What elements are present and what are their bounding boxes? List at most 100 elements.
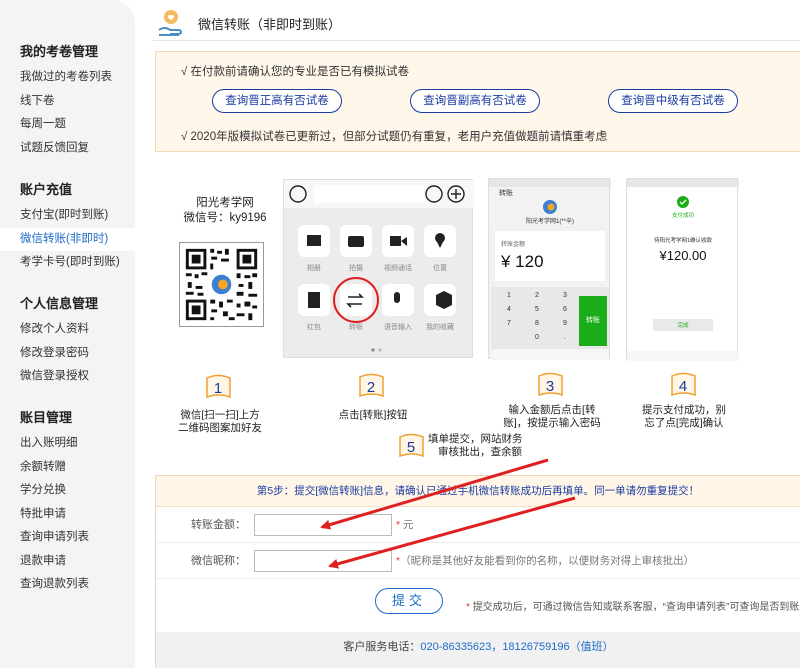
tile-label-transfer: 转账 (349, 324, 363, 331)
sidebar-group-exam: 我的考卷管理 我做过的考卷列表 线下卷 每周一题 试题反馈回复 (20, 42, 112, 160)
step-5-line-1: 填单提交，网站财务 (428, 433, 523, 445)
step-5-icon: 5 (399, 433, 424, 458)
step-3-line-2: 账]，按提示输入密码 (503, 417, 601, 429)
notice-line-1: √ 在付款前请确认您的专业是否已有模拟试卷 (181, 66, 410, 78)
step-4-line-1: 提示支付成功，别 (642, 404, 726, 416)
sidebar-group-title: 我的考卷管理 (20, 44, 99, 59)
amount-row: 转账金额： * 元 (156, 507, 800, 543)
step-2-text: 点击[转账]按钮 (320, 409, 426, 422)
page-title: 微信转账（非即时到账） (198, 17, 342, 32)
sidebar-item-credit-exchange[interactable]: 学分兑换 (20, 479, 89, 503)
step-3-line-1: 输入金额后点击[转 (508, 404, 596, 416)
tile-label-camera: 拍摄 (349, 265, 363, 272)
hand-heart-icon (158, 10, 183, 36)
service-label: 客户服务电话： (343, 641, 421, 653)
submit-button[interactable]: 提交 (375, 588, 443, 614)
qr-label: 阳光考学网 微信号：ky9196 (175, 196, 275, 226)
transfer-screen-title: 转账 (499, 190, 513, 197)
key-2: 2 (535, 292, 539, 299)
key-8: 8 (535, 320, 539, 327)
nickname-row: 微信昵称： *（昵称是其他好友能看到你的名称，以便财务对得上审核批出） (156, 543, 800, 579)
step-1-icon: 1 (206, 374, 231, 399)
payment-success-text: 支付成功 (671, 213, 694, 219)
amount-value: ¥ 120 (501, 252, 544, 271)
check-senior-button[interactable]: 查询晋正高有否试卷 (212, 89, 342, 113)
key-9: 9 (563, 320, 567, 327)
step-2-icon: 2 (359, 373, 384, 398)
qr-code-image (179, 242, 264, 327)
step-1-text: 微信[扫一扫]上方 二维码图案加好友 (172, 409, 268, 435)
form-instruction: 第5步：提交[微信转账]信息，请确认已通过手机微信转账成功后再填单。同一单请勿重… (156, 476, 800, 507)
sidebar-item-ledger[interactable]: 出入账明细 (20, 432, 89, 456)
sidebar-item-card[interactable]: 考学卡号(即时到账) (20, 251, 135, 275)
sidebar-group-title: 账户充值 (20, 182, 73, 197)
amount-unit: * 元 (396, 519, 414, 531)
notice-box: √ 在付款前请确认您的专业是否已有模拟试卷 查询晋正高有否试卷 查询晋副高有否试… (155, 51, 800, 152)
transfer-form: 第5步：提交[微信转账]信息，请确认已通过手机微信转账成功后再填单。同一单请勿重… (155, 475, 800, 668)
amount-field-label: 转账金额： (191, 519, 246, 531)
tile-label-red-packet: 红包 (307, 324, 321, 331)
sidebar-group-title: 账目管理 (20, 410, 73, 425)
paid-amount: ¥120.00 (659, 248, 707, 263)
key-5: 5 (535, 306, 539, 313)
step-1-line-2: 二维码图案加好友 (178, 422, 262, 434)
header-divider (153, 40, 800, 41)
sidebar-item-refund[interactable]: 退款申请 (20, 550, 89, 574)
sidebar-item-wechat-auth[interactable]: 微信登录授权 (20, 365, 98, 389)
sidebar-item-balance-gift[interactable]: 余额转赠 (20, 456, 89, 480)
nickname-input[interactable] (254, 550, 392, 572)
phone-screenshot-transfer-menu: 相册 拍摄 视频通话 位置 红包 转账 语音输入 我的收藏 (283, 179, 474, 358)
sidebar-item-request-list[interactable]: 查询申请列表 (20, 526, 89, 550)
await-confirm-text: 待阳光考学网1确认收款 (653, 238, 713, 244)
submit-note: * 提交成功后，可通过微信告知或联系客服，“查询申请列表”可查询是否到账 (466, 602, 800, 613)
step-5-text: 填单提交，网站财务 审核批出，查余额 (428, 433, 534, 459)
service-phone: 020-86335623，18126759196（值班） (420, 641, 614, 653)
nickname-hint-text: （昵称是其他好友能看到你的名称，以便财务对得上审核批出） (400, 555, 695, 567)
qr-site-name: 阳光考学网 (196, 197, 254, 209)
customer-service-bar: 客户服务电话：020-86335623，18126759196（值班） (156, 632, 800, 668)
check-intermediate-button[interactable]: 查询晋中级有否试卷 (608, 89, 738, 113)
sidebar-item-wechat-transfer[interactable]: 微信转账(非即时) (0, 227, 135, 251)
sidebar-item-offline[interactable]: 线下卷 (20, 90, 112, 114)
step-4-icon: 4 (671, 372, 696, 397)
sidebar-item-alipay[interactable]: 支付宝(即时到账) (20, 204, 135, 228)
sidebar-item-special-request[interactable]: 特批申请 (20, 503, 89, 527)
phone-screenshot-success: 支付成功 待阳光考学网1确认收款 ¥120.00 完成 (626, 178, 739, 361)
phone-screenshot-amount: 转账 阳光考学网1(**辛) 转账金额 ¥ 120 1 2 3 4 5 6 7 … (488, 178, 611, 360)
step-3-text: 输入金额后点击[转 账]，按提示输入密码 (498, 404, 606, 430)
notice-line-2: √ 2020年版模拟试卷已更新过，但部分试题仍有重复，老用户充值做题前请慎重考虑 (181, 131, 608, 143)
sidebar-item-edit-profile[interactable]: 修改个人资料 (20, 318, 98, 342)
amount-label: 转账金额 (501, 242, 526, 248)
key-3: 3 (563, 292, 567, 299)
sidebar-item-my-exams[interactable]: 我做过的考卷列表 (20, 66, 112, 90)
step-4-text: 提示支付成功，别 忘了点[完成]确认 (634, 404, 734, 430)
step-3-icon: 3 (538, 372, 563, 397)
sidebar-group-profile: 个人信息管理 修改个人资料 修改登录密码 微信登录授权 (20, 294, 98, 389)
step-3-number: 3 (546, 378, 554, 395)
step-1-number: 1 (214, 380, 222, 397)
tile-label-location: 位置 (433, 265, 447, 272)
tile-label-video-call: 视频通话 (384, 265, 412, 272)
nickname-hint: *（昵称是其他好友能看到你的名称，以便财务对得上审核批出） (396, 555, 695, 567)
key-7: 7 (507, 320, 511, 327)
key-6: 6 (563, 306, 567, 313)
done-button-illustration: 完成 (677, 323, 689, 329)
check-associate-button[interactable]: 查询晋副高有否试卷 (410, 89, 540, 113)
amount-unit-text: 元 (403, 519, 414, 531)
sidebar-item-change-password[interactable]: 修改登录密码 (20, 342, 98, 366)
success-screen-illustration (627, 179, 739, 361)
keypad: 1 2 3 4 5 6 7 8 9 0 . (495, 290, 579, 344)
sidebar-group-title: 个人信息管理 (20, 296, 99, 311)
amount-input[interactable] (254, 514, 392, 536)
sidebar-item-weekly[interactable]: 每周一题 (20, 113, 112, 137)
sidebar-item-feedback[interactable]: 试题反馈回复 (20, 137, 112, 161)
sidebar-group-recharge: 账户充值 支付宝(即时到账) 微信转账(非即时) 考学卡号(即时到账) (0, 180, 135, 275)
sidebar: 我的考卷管理 我做过的考卷列表 线下卷 每周一题 试题反馈回复 账户充值 支付宝… (0, 0, 135, 668)
step-5-line-2: 审核批出，查余额 (438, 446, 522, 458)
tile-label-album: 相册 (307, 265, 321, 272)
payee-name: 阳光考学网1(**辛) (525, 219, 574, 225)
submit-note-text: 提交成功后，可通过微信告知或联系客服，“查询申请列表”可查询是否到账 (472, 602, 800, 613)
sidebar-item-refund-list[interactable]: 查询退款列表 (20, 573, 89, 597)
qr-wechat-id: 微信号：ky9196 (183, 212, 267, 224)
key-0: 0 (535, 334, 539, 341)
